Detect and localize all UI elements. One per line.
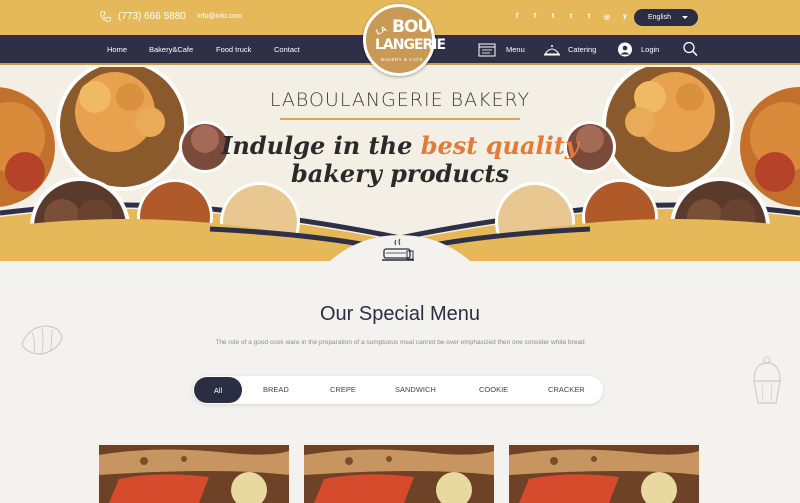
search-icon[interactable] [682,41,700,61]
hero-tagline-2: bakery products [290,159,510,188]
section-title: Our Special Menu [319,303,481,325]
tab-cookie[interactable]: COOKIE [479,385,508,394]
hero-divider [280,118,520,120]
nav-contact[interactable]: Contact [274,45,300,54]
hero-tagline-a: Indulge in the [221,131,421,160]
sandwich-image [304,445,494,503]
hero-tagline-highlight: best quality [420,131,579,160]
product-card-image[interactable] [304,445,494,503]
cupcake-icon [753,356,781,404]
hero-banner: LABOULANGERIE BAKERY Indulge in the best… [0,67,800,261]
sandwich-image [99,445,289,503]
tab-crepe[interactable]: CREPE [330,385,356,394]
email-link[interactable]: info@info.com [197,13,242,20]
menu-icon [478,42,496,62]
yelp-icon[interactable]: y [620,13,630,21]
hero-tagline-1: Indulge in the best quality [0,131,800,160]
facebook-icon-2[interactable]: f [530,13,540,21]
food-tray-icon [382,238,414,261]
chevron-down-icon [682,16,688,19]
logo-bou: BOU [392,17,431,37]
section-subtitle: The role of a good cook ware in the prep… [215,339,585,346]
twitter-icon-3[interactable]: t [584,13,594,21]
tab-cracker[interactable]: CRACKER [548,385,585,394]
hero-title: LABOULANGERIE BAKERY [269,89,531,111]
social-links: f f t t t ◎ y [512,13,630,21]
sandwich-image [509,445,699,503]
tab-all[interactable]: All [194,377,242,403]
facebook-icon[interactable]: f [512,13,522,21]
nav-food-truck[interactable]: Food truck [216,45,251,54]
instagram-icon[interactable]: ◎ [602,13,612,21]
language-label: English [648,14,671,21]
logo-langerie: LANGERIE [375,37,446,53]
menu-filter-tabs: All BREAD CREPE SANDWICH COOKIE CRACKER [193,376,603,404]
nav-bakery-cafe[interactable]: Bakery&Cafe [149,45,193,54]
product-card-image[interactable] [99,445,289,503]
logo-subtitle: BAKERY & CAFE [381,57,424,62]
phone-contact[interactable]: (773) 666 5880 [99,10,186,23]
twitter-icon[interactable]: t [548,13,558,21]
language-select[interactable]: English [634,9,698,26]
user-icon [617,42,635,62]
nav-login[interactable]: Login [641,45,659,54]
nav-catering[interactable]: Catering [568,45,596,54]
tab-sandwich[interactable]: SANDWICH [395,385,436,394]
nav-home[interactable]: Home [107,45,127,54]
twitter-icon-2[interactable]: t [566,13,576,21]
tab-bread[interactable]: BREAD [263,385,289,394]
catering-icon [543,42,561,62]
phone-icon [100,11,111,22]
logo-la: LA [374,24,389,37]
site-logo[interactable]: LA BOU LANGERIE BAKERY & CAFE [363,4,446,76]
product-card-image[interactable] [509,445,699,503]
nav-menu[interactable]: Menu [506,45,525,54]
phone-number: (773) 666 5880 [118,11,186,22]
